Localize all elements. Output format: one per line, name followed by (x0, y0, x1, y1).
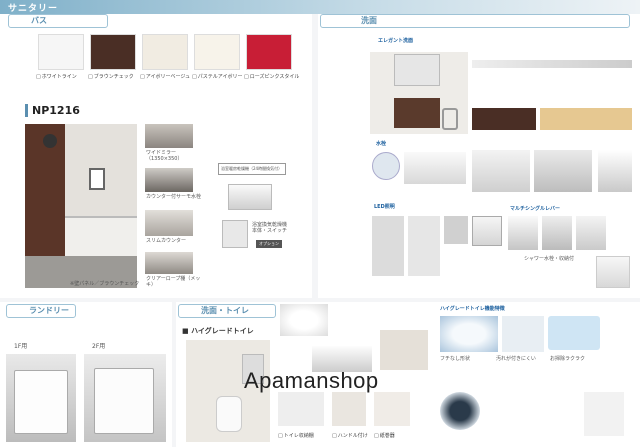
header-title: サニタリー (8, 4, 59, 14)
washroom-led-label: LED照明 (374, 204, 395, 210)
washroom-faucet-label: 水栓 (376, 141, 387, 147)
vanity-color-wood (540, 108, 632, 130)
laundry-1f-label: 1F用 (14, 343, 28, 350)
toilet-title-text: ハイグレードトイレ (191, 327, 254, 335)
tab-bath: バス (8, 14, 108, 28)
feature-faucet-photo (145, 168, 193, 192)
toilet-detail-photo (584, 392, 624, 436)
toilet-title: ■ ハイグレードトイレ (182, 327, 254, 335)
toilet-feature-photo-2 (502, 316, 544, 352)
lever-photo-3 (576, 216, 606, 250)
toilet-holder-photo (374, 392, 410, 426)
tab-washroom: 洗面 (320, 14, 630, 28)
header-band: サニタリー (0, 0, 640, 14)
laundry-photo-1f (6, 354, 76, 442)
mirror-photo (472, 216, 502, 246)
washroom-lever-label: マルチシングルレバー (510, 206, 561, 212)
faucet-photo (598, 150, 632, 192)
sink-photo-4 (534, 150, 592, 192)
toilet-feature-label-1: フチなし形状 (440, 356, 471, 362)
sink-photo-2 (404, 152, 466, 184)
feature-mirror-label: ワイドミラー（1350×350） (146, 150, 183, 162)
toilet-item-shelf: トイレ収納棚 (278, 432, 314, 439)
tab-laundry-label: ランドリー (29, 306, 69, 315)
dryer-option-badge: オプション (256, 240, 282, 248)
toilet-feature-label-3: お掃除ラクラク (550, 356, 586, 362)
toilet-seat-photo (280, 304, 328, 336)
toilet-shelf-photo (278, 392, 324, 426)
dryer-option-badge-text: オプション (259, 241, 279, 246)
washroom-cabinet-note: シャワー水栓・収納付 (524, 256, 575, 262)
cabinet-photo-2 (408, 216, 440, 276)
swatch-ivory (142, 34, 188, 70)
toilet-features-title: ハイグレードトイレ機能特徴 (440, 306, 505, 312)
tab-bath-label: バス (31, 16, 47, 25)
laundry-photo-2f (84, 354, 166, 442)
watermark-logo: Apamanshop (244, 368, 379, 393)
toilet-bowl-photo (440, 392, 480, 430)
bathroom-photo (25, 124, 137, 288)
vanity-color-bar-1 (472, 60, 632, 68)
sink-photo-3 (472, 150, 530, 192)
washroom-elegant-title: エレガント洗面 (378, 38, 414, 44)
tab-laundry: ランドリー (6, 304, 76, 318)
towel-hanger-photo (380, 330, 428, 370)
swatch-label-brown: ブラウンチェック (88, 73, 134, 80)
tab-toilet-label: 洗面・トイレ (201, 306, 249, 315)
toilet-item-holder: 紙巻器 (374, 432, 395, 439)
feature-counter-photo (145, 210, 193, 236)
toilet-feature-label-2: 汚れが付きにくい (496, 356, 536, 362)
dryer-note-box: 浴室暖房乾燥機（24時間換気付） (218, 163, 286, 175)
lever-photo-2 (542, 216, 572, 250)
cabinet-photo-3 (444, 216, 468, 244)
dryer-caption: 浴室換気乾燥機 本体・スイッチ (252, 222, 288, 234)
feature-shelf-label: クリアーロープ棚（メッキ） (146, 276, 201, 288)
swatch-pastel (194, 34, 240, 70)
swatch-rose (246, 34, 292, 70)
feature-faucet-label: カウンター付サーモ水栓 (146, 194, 202, 200)
vanity-photo (370, 52, 468, 134)
bath-model-title: NP1216 (25, 104, 80, 117)
vanity-color-dark (472, 108, 536, 130)
toilet-feature-photo-3 (548, 316, 600, 350)
swatch-white (38, 34, 84, 70)
lever-photo-1 (508, 216, 538, 250)
swatch-label-pastel: パステルアイボリー (192, 73, 243, 80)
swatch-label-rose: ローズピンクスタイル (244, 73, 300, 80)
tab-toilet: 洗面・トイレ (178, 304, 276, 318)
cabinet-photo-1 (372, 216, 404, 276)
swatch-brown (90, 34, 136, 70)
vanity-small-photo (596, 256, 630, 288)
dryer-unit-photo (228, 184, 272, 210)
toilet-item-handle: ハンドル付け (332, 432, 368, 439)
toilet-handle-photo (332, 392, 366, 426)
sink-photo-1 (372, 152, 400, 180)
feature-counter-label: スリムカウンター (146, 238, 187, 244)
dryer-note: 浴室暖房乾燥機（24時間換気付） (221, 166, 283, 171)
feature-shelf-photo (145, 252, 193, 274)
laundry-2f-label: 2F用 (92, 343, 106, 350)
swatch-label-white: ホワイトライン (36, 73, 77, 80)
tab-washroom-label: 洗面 (361, 16, 377, 25)
toilet-feature-photo-1 (440, 316, 498, 352)
bathroom-photo-caption: ※壁パネル／ブラウンチェック (70, 281, 140, 287)
swatch-label-ivory: アイボリーベージュ (140, 73, 190, 80)
feature-mirror-photo (145, 124, 193, 148)
dryer-switch-photo (222, 220, 248, 248)
